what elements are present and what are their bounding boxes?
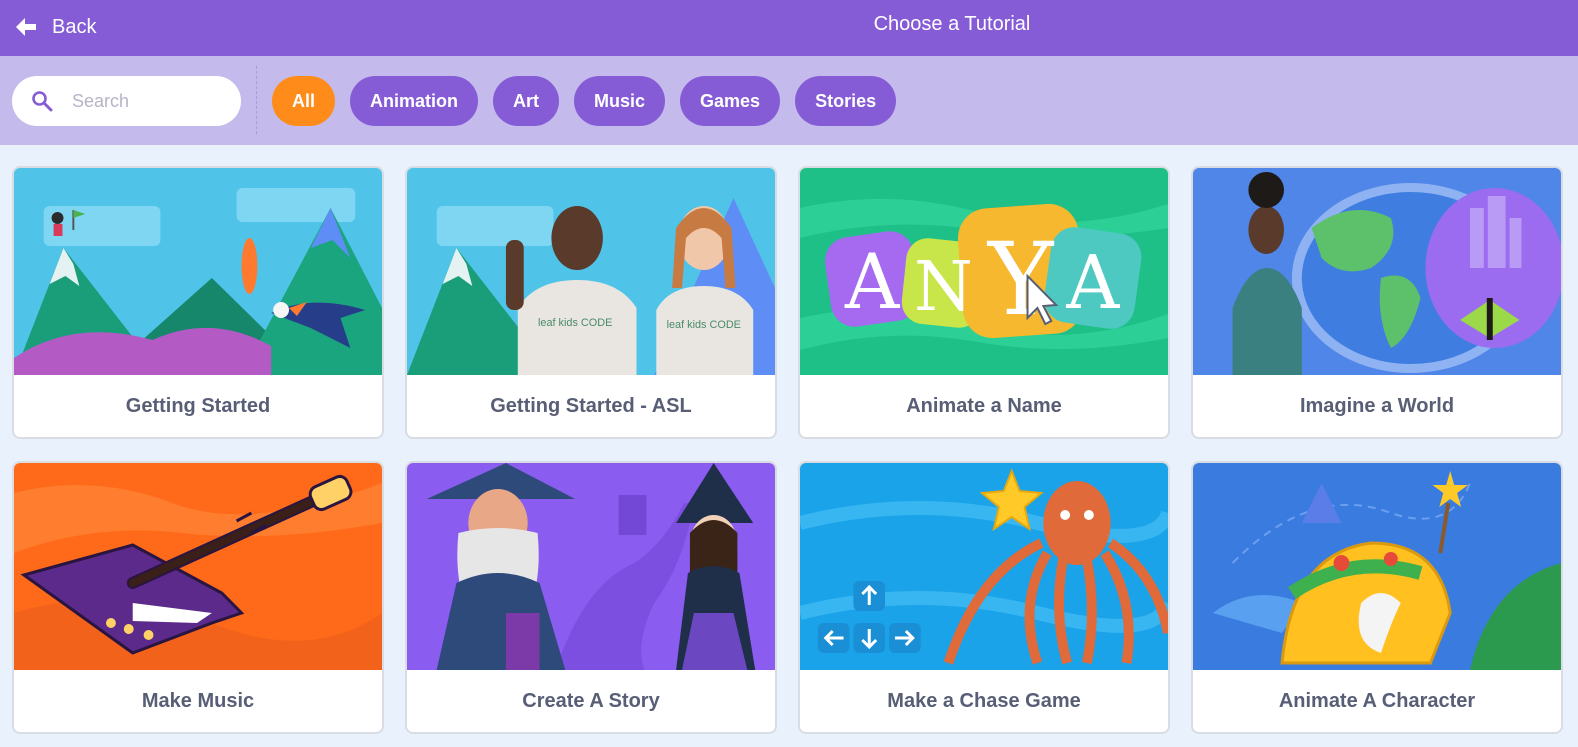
filter-games[interactable]: Games [680, 76, 781, 126]
tutorial-title: Getting Started - ASL [490, 394, 692, 417]
shirt-text-left: leaf kids CODE [538, 317, 612, 329]
name-letter-2: N [914, 247, 973, 326]
search-input[interactable] [72, 90, 222, 112]
filter-tags: All Animation Art Music Games Stories [272, 76, 897, 126]
tutorial-card-getting-started-asl[interactable]: leaf kids CODE leaf kids CODE Getting St… [405, 166, 777, 439]
tutorial-title: Animate A Character [1278, 689, 1476, 712]
shirt-text-right: leaf kids CODE [667, 319, 741, 331]
tutorial-title: Make a Chase Game [887, 689, 1081, 712]
tutorial-card-make-music[interactable]: Make Music [12, 461, 384, 734]
tutorial-card-getting-started[interactable]: Getting Started [12, 166, 384, 439]
name-letter-1: A [844, 238, 901, 326]
header-bar: Back Choose a Tutorial [0, 0, 1578, 56]
tutorial-title: Make Music [141, 689, 255, 712]
filter-animation[interactable]: Animation [350, 76, 479, 126]
tutorial-title: Animate a Name [906, 394, 1062, 417]
filter-music[interactable]: Music [574, 76, 666, 126]
filter-art[interactable]: Art [493, 76, 560, 126]
imagine-a-world-thumbnail [1193, 168, 1561, 375]
getting-started-asl-thumbnail: leaf kids CODE leaf kids CODE [407, 168, 775, 375]
page-title: Choose a Tutorial [873, 13, 1031, 35]
name-letter-4: A [1065, 241, 1120, 326]
tutorial-card-imagine-a-world[interactable]: Imagine a World [1191, 166, 1563, 439]
tutorial-card-animate-a-name[interactable]: A N Y A Animate a Name [798, 166, 1170, 439]
filter-stories[interactable]: Stories [795, 76, 897, 126]
animate-a-name-thumbnail: A N Y A [800, 168, 1168, 375]
search-icon [32, 91, 53, 112]
getting-started-thumbnail [14, 168, 382, 375]
make-a-chase-game-thumbnail [800, 463, 1168, 670]
tutorial-title: Getting Started [125, 394, 271, 417]
tutorial-title: Create A Story [522, 689, 660, 712]
tutorial-card-create-a-story[interactable]: Create A Story [405, 461, 777, 734]
make-music-thumbnail [14, 463, 382, 670]
create-a-story-thumbnail [407, 463, 775, 670]
tutorial-title: Imagine a World [1299, 394, 1455, 417]
search-box[interactable] [12, 76, 241, 126]
tutorial-grid: Getting Started leaf kids CODE leaf kids… [12, 166, 1563, 734]
filter-bar: All Animation Art Music Games Stories [0, 56, 1578, 145]
tutorial-card-animate-a-character[interactable]: Animate A Character [1191, 461, 1563, 734]
filter-all[interactable]: All [272, 76, 336, 126]
filter-divider [256, 66, 257, 134]
tutorial-card-make-a-chase-game[interactable]: Make a Chase Game [798, 461, 1170, 734]
animate-a-character-thumbnail [1193, 463, 1561, 670]
